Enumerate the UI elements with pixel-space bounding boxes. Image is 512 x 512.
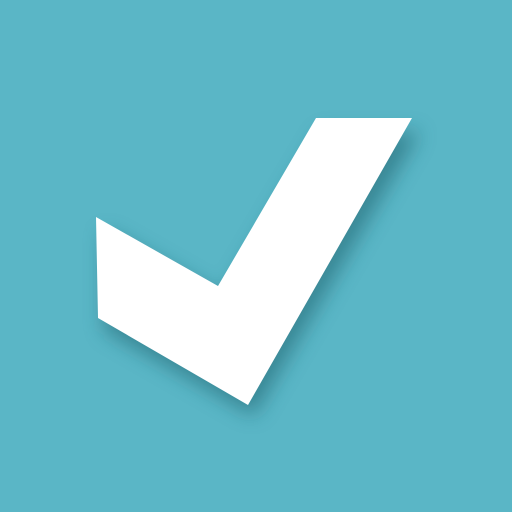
checkmark-icon (0, 0, 512, 512)
app-icon (0, 0, 512, 512)
